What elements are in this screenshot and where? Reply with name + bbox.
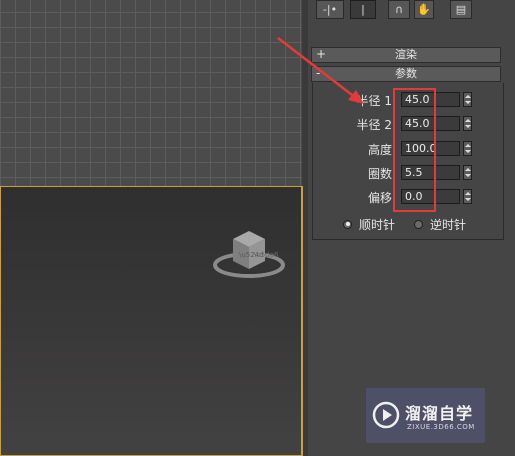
param-label: 偏移:	[367, 191, 396, 205]
watermark-brand: 溜溜自学	[405, 404, 474, 423]
tab-hierarchy[interactable]: ∩	[388, 0, 410, 19]
motion-tab-icon: ✋	[417, 3, 431, 16]
param-label: 圈数:	[367, 167, 396, 181]
viewcube-icon[interactable]: \u524d \u5de6	[213, 227, 285, 283]
param-label: 高度:	[367, 143, 396, 157]
tab-create[interactable]: -|•	[316, 0, 344, 19]
perspective-viewport[interactable]: \u524d \u5de6	[0, 186, 303, 456]
create-tab-icon: -|•	[322, 3, 338, 16]
play-logo-icon	[372, 401, 400, 429]
annotation-arrow-icon	[277, 37, 364, 104]
spinner-icon[interactable]	[463, 116, 472, 131]
radio-unselected-icon	[414, 219, 423, 229]
radio-label: 顺时针	[359, 217, 396, 232]
top-viewport[interactable]	[0, 0, 302, 186]
display-tab-icon: ▤	[455, 3, 467, 16]
command-panel-tabs: -|• | ∩ ✋ ▤	[308, 0, 515, 19]
spinner-icon[interactable]	[463, 165, 472, 180]
counterclockwise-radio[interactable]: 逆时针	[414, 217, 467, 232]
param-label: 半径 2:	[356, 118, 397, 132]
radio-label: 逆时针	[430, 217, 467, 232]
tab-modify[interactable]: |	[350, 0, 376, 19]
watermark: 溜溜自学 ZIXUE.3D66.COM	[366, 388, 485, 443]
tab-motion[interactable]: ✋	[414, 0, 434, 19]
spinner-icon[interactable]	[463, 92, 472, 107]
modify-tab-icon: |	[361, 3, 365, 16]
hierarchy-tab-icon: ∩	[394, 3, 404, 16]
spinner-icon[interactable]	[463, 141, 472, 156]
tab-display[interactable]: ▤	[450, 0, 472, 19]
clockwise-radio[interactable]: 顺时针	[343, 217, 396, 232]
watermark-url: ZIXUE.3D66.COM	[407, 423, 475, 431]
radio-selected-icon	[343, 219, 352, 229]
spinner-icon[interactable]	[463, 189, 472, 204]
svg-text:\u5de6: \u5de6	[254, 251, 279, 259]
highlight-box	[393, 88, 436, 212]
